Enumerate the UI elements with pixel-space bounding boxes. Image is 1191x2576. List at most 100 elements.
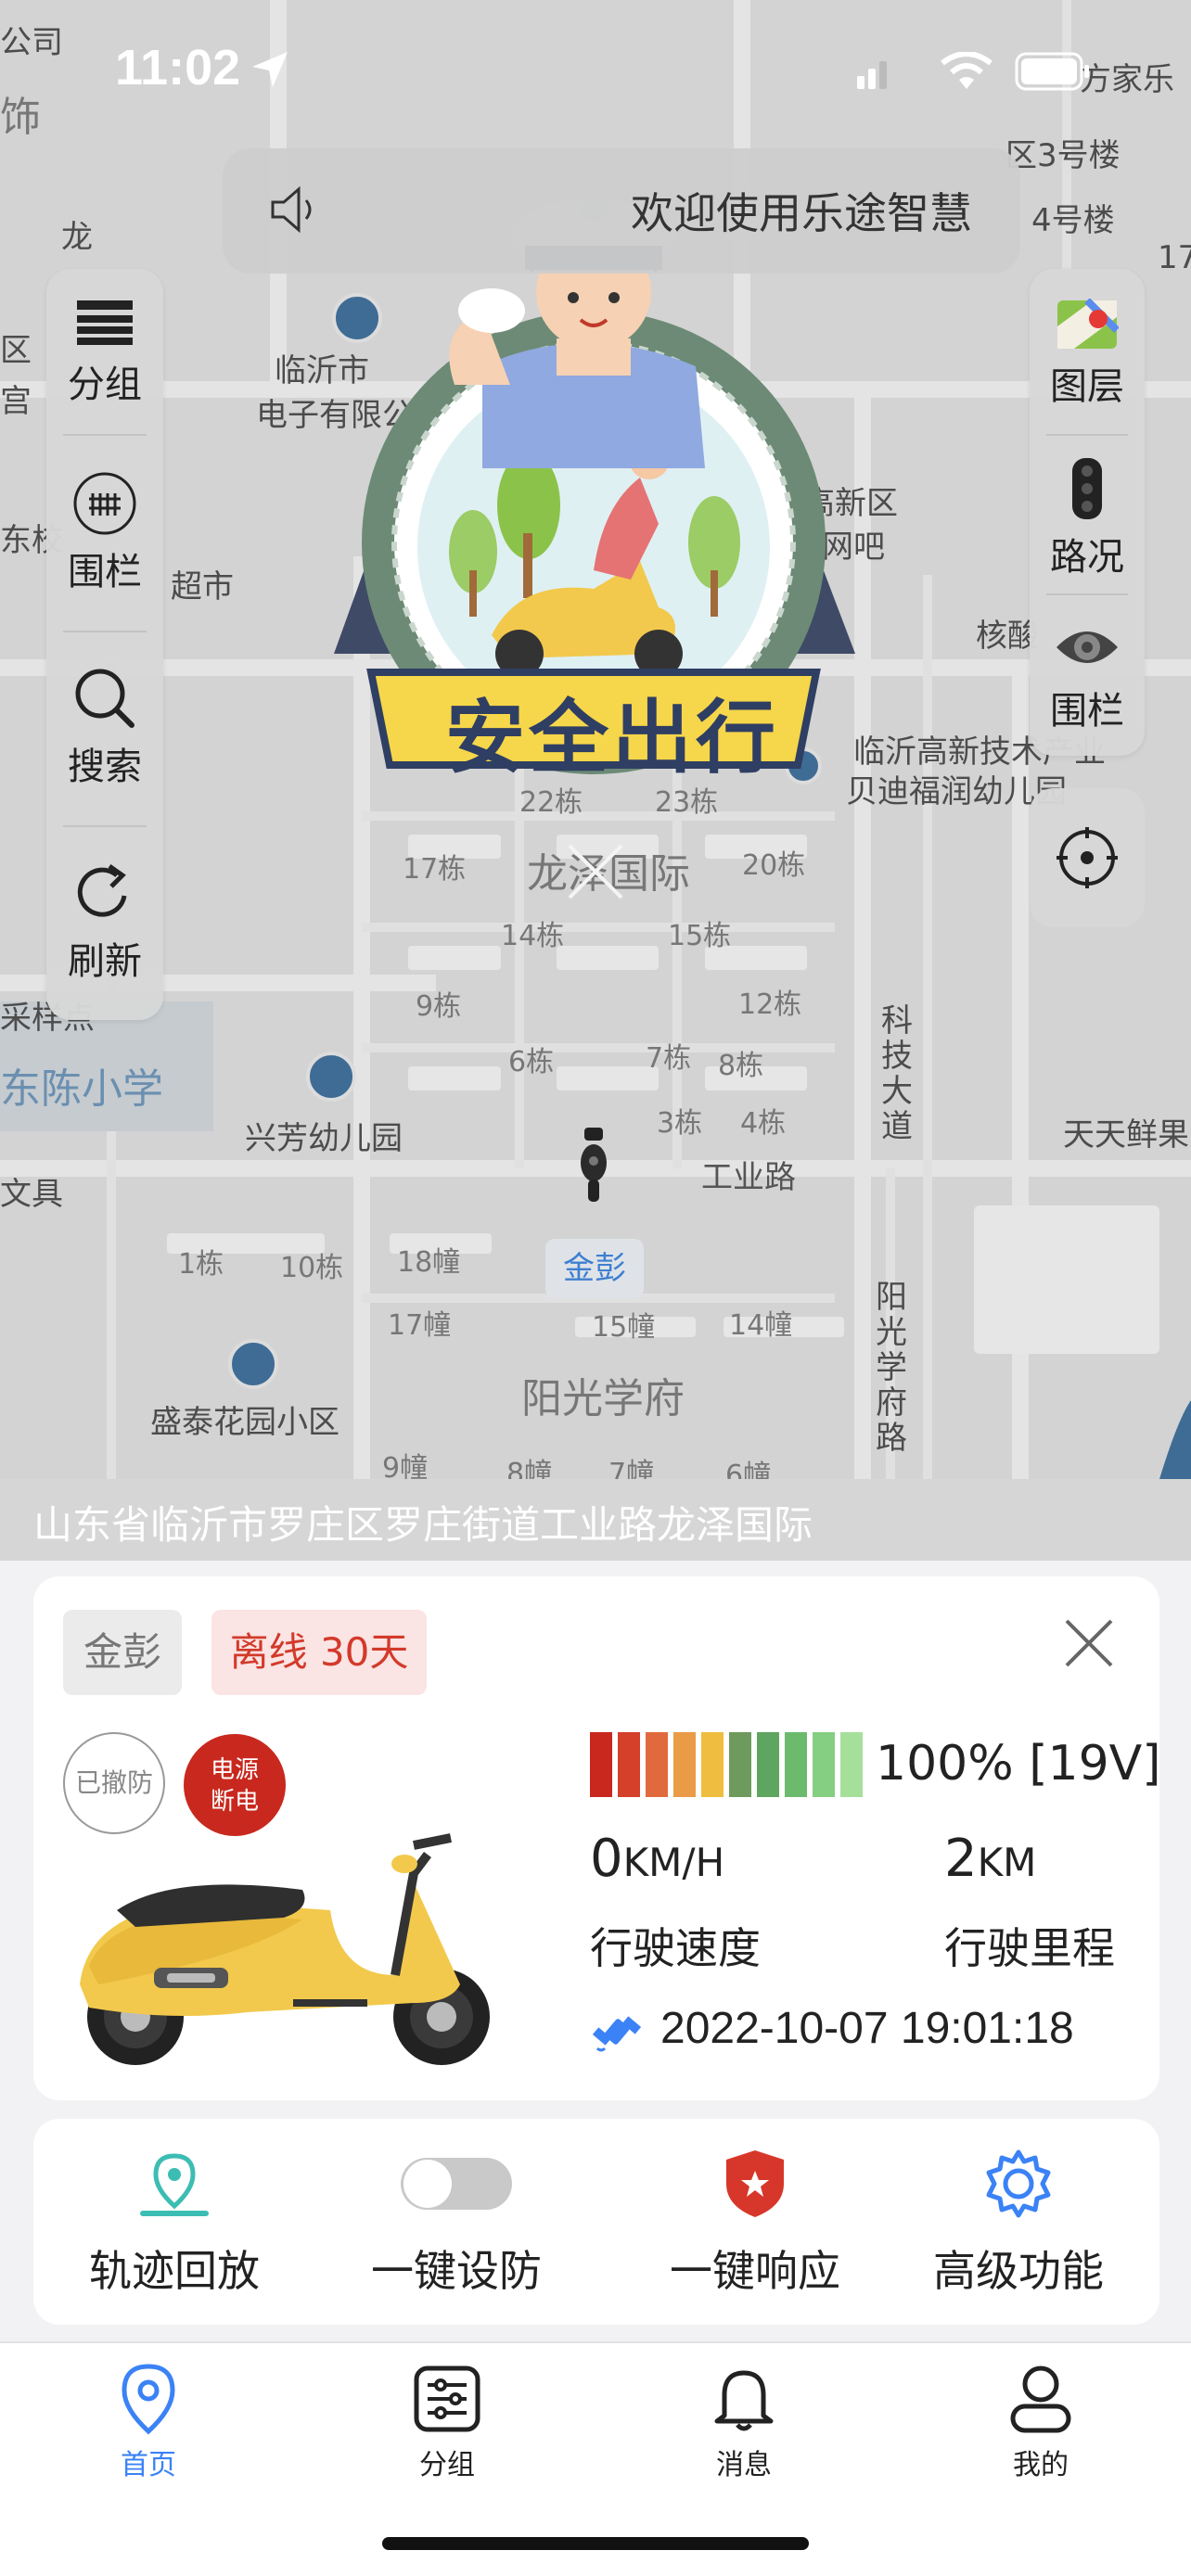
panel-item-refresh[interactable]: 刷新	[46, 861, 163, 985]
quick-actions-card: 轨迹回放 一键设防 一键响应 高级功能	[33, 2119, 1159, 2325]
refresh-icon	[77, 863, 127, 917]
map-label: 盛泰花园小区	[150, 1404, 339, 1441]
map-label: 文具	[0, 1176, 63, 1213]
map-label: 宫	[0, 383, 32, 420]
device-name-tag: 金彭	[63, 1610, 182, 1695]
panel-item-layers[interactable]: 图层	[1030, 299, 1145, 410]
map-label: 14栋	[501, 920, 565, 952]
location-pin-icon	[122, 2364, 175, 2435]
battery-segment	[646, 1732, 668, 1797]
one-key-arm-button[interactable]: 一键设防	[317, 2137, 596, 2299]
one-key-response-button[interactable]: 一键响应	[616, 2137, 894, 2299]
advanced-features-button[interactable]: 高级功能	[879, 2137, 1158, 2299]
map-label: 3栋	[657, 1107, 703, 1140]
tab-home[interactable]: 首页	[56, 2360, 241, 2482]
map-label: 4号楼	[1031, 202, 1115, 239]
battery-segment	[729, 1732, 751, 1797]
banner-text: 欢迎使用乐途智慧	[631, 188, 972, 238]
map-label: 7幢	[608, 1458, 655, 1479]
panel-item-label: 分组	[68, 363, 142, 406]
map-label: 龙	[61, 219, 93, 256]
battery-segment	[757, 1732, 779, 1797]
map-label: 15幢	[592, 1311, 656, 1344]
battery-segment	[618, 1732, 640, 1797]
layers-icon	[1057, 299, 1119, 349]
speaker-icon	[271, 185, 312, 234]
map-label: 工业路	[701, 1159, 796, 1196]
tab-messages[interactable]: 消息	[651, 2360, 837, 2482]
location-arrow-icon	[252, 52, 288, 87]
divider	[63, 825, 147, 827]
battery-segment	[785, 1732, 807, 1797]
divider	[1046, 434, 1128, 436]
map-label: 18幢	[397, 1246, 461, 1279]
status-time: 11:02	[115, 40, 241, 96]
battery-text: 100% [19V]	[876, 1736, 1161, 1792]
divider	[1046, 593, 1128, 595]
device-marker-label[interactable]: 金彭	[545, 1239, 644, 1298]
panel-item-label: 围栏	[68, 551, 142, 593]
satellite-icon	[592, 2016, 642, 2052]
tab-label: 消息	[716, 2449, 772, 2481]
tab-label: 首页	[121, 2449, 176, 2481]
mileage-number: 2	[944, 1829, 978, 1889]
map-label: 8栋	[718, 1050, 764, 1082]
bell-icon	[714, 2370, 774, 2431]
device-info-card: 金彭 离线 30天 已撤防 电源 断电 100% [19V] 0KM/H 2KM…	[33, 1576, 1161, 2100]
panel-item-traffic[interactable]: 路况	[1030, 456, 1145, 580]
home-indicator	[382, 2537, 809, 2550]
tab-label: 分组	[419, 2449, 475, 2481]
eye-icon	[1057, 631, 1118, 663]
tab-label: 我的	[1013, 2449, 1069, 2481]
speed-label: 行驶速度	[590, 1923, 761, 1973]
mileage-unit: KM	[977, 1840, 1037, 1885]
locate-button[interactable]	[1030, 788, 1145, 927]
map-label: 20栋	[742, 849, 806, 882]
panel-item-label: 刷新	[68, 940, 142, 983]
wifi-icon	[941, 52, 992, 89]
action-label: 高级功能	[933, 2246, 1104, 2296]
last-update-timestamp: 2022-10-07 19:01:18	[660, 2004, 1074, 2053]
tab-group[interactable]: 分组	[354, 2360, 540, 2482]
map-label: 科技大道	[881, 1002, 913, 1145]
user-icon	[1010, 2366, 1071, 2433]
action-label: 一键设防	[371, 2246, 542, 2296]
poi-pin-icon[interactable]	[306, 1052, 356, 1102]
list-icon	[77, 300, 133, 345]
address-strip: 山东省临沂市罗庄区罗庄街道工业路龙泽国际	[0, 1479, 1191, 1561]
divider	[63, 434, 147, 436]
offline-status-tag: 离线 30天	[211, 1610, 427, 1695]
action-label: 轨迹回放	[89, 2246, 260, 2296]
battery-status-icon	[1015, 52, 1089, 91]
mileage-label: 行驶里程	[944, 1923, 1115, 1973]
panel-item-fence[interactable]: 围栏	[46, 471, 163, 595]
map-label: 6栋	[508, 1046, 555, 1078]
scooter-image	[80, 1833, 490, 2065]
scooter-marker-icon[interactable]	[575, 1124, 612, 1207]
toggle-switch-icon[interactable]	[397, 2152, 516, 2215]
map-label: 17栋	[403, 853, 467, 886]
panel-item-label: 图层	[1050, 365, 1124, 408]
track-playback-button[interactable]: 轨迹回放	[35, 2137, 314, 2299]
map-label: 区	[0, 332, 32, 369]
panel-item-fence-view[interactable]: 围栏	[1030, 619, 1145, 734]
map-label: 15栋	[668, 920, 732, 952]
track-pin-icon	[140, 2153, 209, 2216]
tab-profile[interactable]: 我的	[948, 2360, 1133, 2482]
panel-item-group[interactable]: 分组	[46, 297, 163, 408]
status-bar: 11:02	[0, 0, 1191, 139]
list-settings-icon	[414, 2366, 480, 2432]
fence-icon	[73, 472, 136, 535]
panel-item-search[interactable]: 搜索	[46, 666, 163, 790]
traffic-light-icon	[1072, 458, 1102, 519]
map-label: 17幢	[388, 1309, 452, 1342]
close-icon[interactable]	[1061, 1615, 1117, 1671]
welcome-banner[interactable]: 欢迎使用乐途智慧	[223, 148, 1020, 274]
map-label: 阳光学府路	[876, 1279, 907, 1457]
action-label: 一键响应	[670, 2246, 840, 2296]
panel-item-label: 围栏	[1050, 690, 1124, 733]
poi-pin-icon[interactable]	[228, 1339, 278, 1389]
map-label: 17	[1158, 239, 1191, 276]
map-label: 9栋	[416, 990, 462, 1023]
divider	[63, 631, 147, 632]
